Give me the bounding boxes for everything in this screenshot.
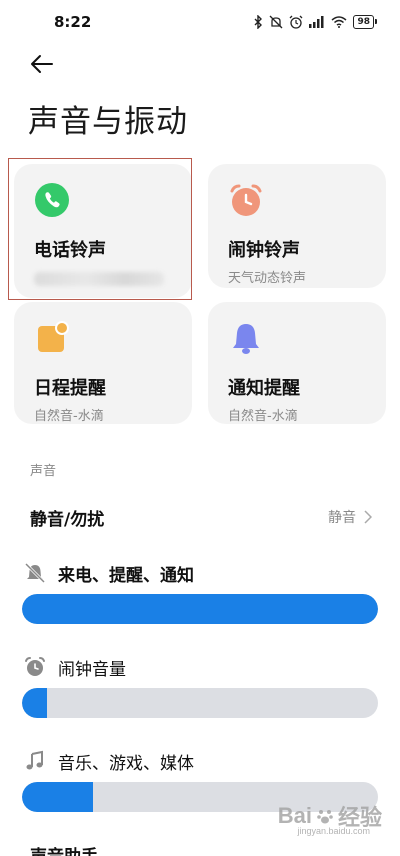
- sound-assistant-row[interactable]: 声音助手: [30, 842, 98, 856]
- signal-icon: [309, 16, 324, 28]
- volume-alarm-label: 闹钟音量: [58, 659, 126, 680]
- phone-icon: [35, 183, 69, 217]
- mute-dnd-row[interactable]: 静音/勿扰 静音: [30, 500, 372, 534]
- bell-muted-icon: [24, 562, 46, 584]
- card-alarm-ringtone[interactable]: 闹钟铃声 天气动态铃声: [208, 164, 386, 288]
- bell-icon: [233, 324, 259, 354]
- volume-ring-label: 来电、提醒、通知: [58, 565, 194, 586]
- chevron-right-icon: [364, 510, 372, 524]
- card-title: 闹钟铃声: [228, 240, 300, 261]
- music-note-icon: [26, 750, 43, 770]
- card-subtitle: 天气动态铃声: [228, 271, 307, 286]
- arrow-left-icon: [31, 55, 53, 73]
- status-time: 8:22: [54, 13, 92, 31]
- battery-icon: 98: [353, 15, 377, 29]
- volume-alarm-fill: [22, 688, 47, 718]
- card-subtitle: 自然音-水滴: [228, 409, 298, 424]
- mute-vibrate-icon: [270, 15, 283, 29]
- alarm-clock-icon: [230, 184, 262, 216]
- card-title: 通知提醒: [228, 378, 300, 399]
- card-notification-reminder[interactable]: 通知提醒 自然音-水滴: [208, 302, 386, 424]
- section-label: 声音: [30, 464, 57, 479]
- card-subtitle: 自然音-水滴: [34, 409, 104, 424]
- status-bar: 8:22 98: [0, 0, 400, 44]
- paw-icon: [317, 810, 333, 824]
- volume-media-row: 音乐、游戏、媒体: [24, 748, 376, 774]
- volume-ring-fill: [22, 594, 378, 624]
- calendar-icon: [38, 321, 69, 352]
- alarm-small-icon: [25, 657, 45, 676]
- mute-dnd-label: 静音/勿扰: [30, 509, 105, 530]
- volume-alarm-slider[interactable]: [22, 688, 378, 718]
- status-icons: 98: [253, 15, 377, 29]
- bluetooth-icon: [254, 15, 263, 29]
- card-subtitle-blurred: [34, 272, 164, 286]
- alarm-icon: [290, 15, 303, 29]
- mute-dnd-value: 静音: [328, 510, 356, 526]
- volume-ring-row: 来电、提醒、通知: [24, 560, 376, 586]
- volume-media-fill: [22, 782, 94, 812]
- card-phone-ringtone[interactable]: 电话铃声: [14, 164, 192, 298]
- back-button[interactable]: [26, 48, 58, 80]
- volume-ring-slider[interactable]: [22, 594, 378, 624]
- card-title: 电话铃声: [34, 240, 106, 261]
- volume-media-label: 音乐、游戏、媒体: [58, 753, 194, 774]
- mute-dnd-value-wrap: 静音: [328, 507, 372, 527]
- card-schedule-reminder[interactable]: 日程提醒 自然音-水滴: [14, 302, 192, 424]
- page-title: 声音与振动: [28, 104, 188, 140]
- wifi-icon: [331, 16, 347, 28]
- watermark-url: jingyan.baidu.com: [297, 826, 370, 836]
- volume-alarm-row: 闹钟音量: [24, 654, 376, 680]
- card-title: 日程提醒: [34, 378, 106, 399]
